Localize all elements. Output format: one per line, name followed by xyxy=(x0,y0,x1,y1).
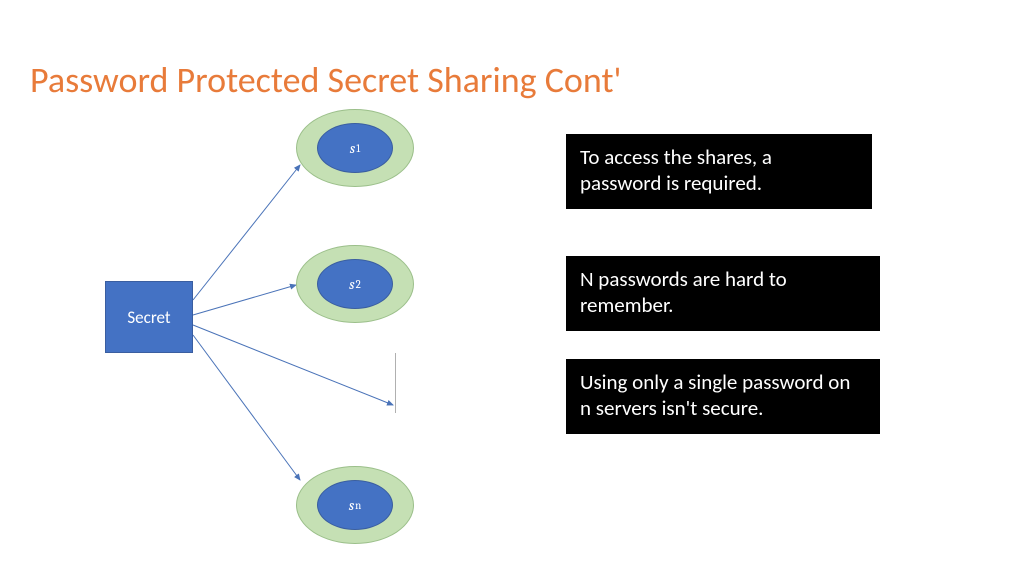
slide-title: Password Protected Secret Sharing Cont' xyxy=(30,58,622,102)
callout-n-passwords-hard: N passwords are hard to remember. xyxy=(566,256,880,331)
share-inner-ellipse: sn xyxy=(317,480,393,530)
share-symbol-sub: 1 xyxy=(356,142,360,155)
share-node-s2: s2 xyxy=(296,245,414,323)
share-symbol-sub: 2 xyxy=(356,278,361,291)
callout-access-requires-password: To access the shares, a password is requ… xyxy=(566,134,872,209)
share-inner-ellipse: s1 xyxy=(317,123,393,173)
share-node-s1: s1 xyxy=(296,109,414,187)
callout-single-password-insecure: Using only a single password on n server… xyxy=(566,359,880,434)
share-symbol-base: s xyxy=(350,139,355,157)
share-inner-ellipse: s2 xyxy=(317,259,393,309)
vertical-continuation-line xyxy=(395,353,396,413)
share-symbol-base: s xyxy=(349,275,354,293)
secret-node: Secret xyxy=(105,281,193,353)
share-symbol-sub: n xyxy=(355,499,361,512)
share-node-sn: sn xyxy=(296,466,414,544)
share-symbol-base: s xyxy=(349,496,354,514)
